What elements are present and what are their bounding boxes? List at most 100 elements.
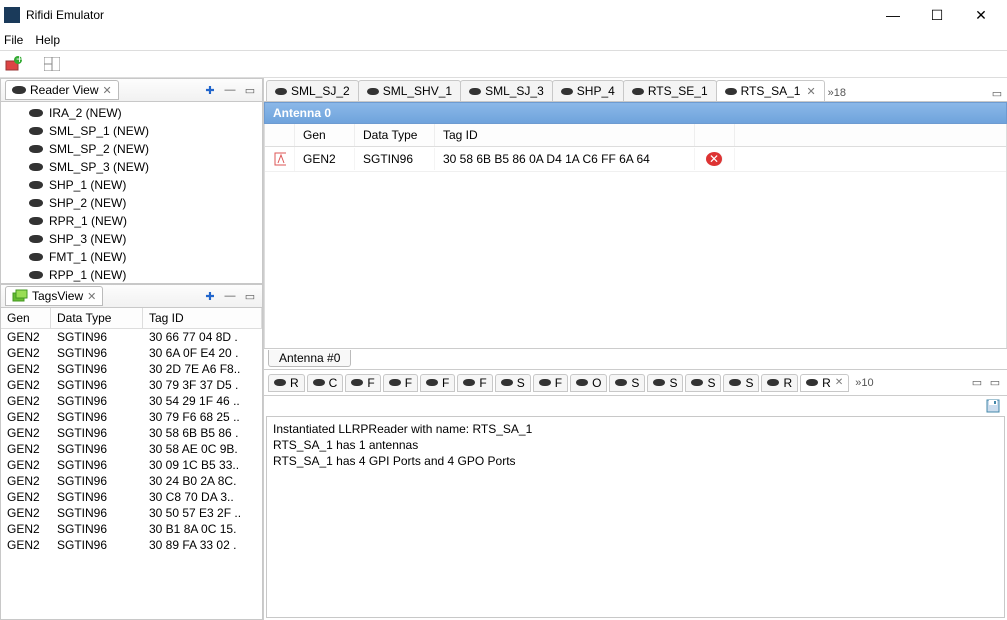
antenna-table-header: Gen Data Type Tag ID: [265, 124, 1006, 147]
antenna-bottom-tabs: Antenna #0: [264, 348, 1007, 370]
close-icon[interactable]: ✕: [806, 85, 815, 98]
port-tab[interactable]: R: [761, 374, 798, 392]
port-tab[interactable]: S: [647, 374, 683, 392]
reader-item[interactable]: SML_SP_3 (NEW): [1, 158, 262, 176]
port-tab[interactable]: O: [570, 374, 607, 392]
tab-label: SML_SJ_2: [291, 84, 350, 98]
minimize-icon[interactable]: ▭: [989, 85, 1005, 101]
layout-icon[interactable]: [42, 54, 62, 74]
close-button[interactable]: ✕: [959, 1, 1003, 29]
table-row[interactable]: GEN2SGTIN9630 79 F6 68 25 ..: [1, 409, 262, 425]
console[interactable]: Instantiated LLRPReader with name: RTS_S…: [266, 416, 1005, 618]
port-tab-label: S: [745, 376, 753, 390]
reader-item[interactable]: FMT_1 (NEW): [1, 248, 262, 266]
delete-icon[interactable]: ✕: [706, 152, 723, 166]
reader-item-label: SHP_2 (NEW): [49, 196, 126, 210]
port-tab[interactable]: F: [420, 374, 455, 392]
reader-item[interactable]: SHP_3 (NEW): [1, 230, 262, 248]
maximize-button[interactable]: ☐: [915, 1, 959, 29]
table-row[interactable]: GEN2SGTIN9630 24 B0 2A 8C.: [1, 473, 262, 489]
antenna-table[interactable]: Gen Data Type Tag ID GEN2SGTIN9630 58 6B…: [264, 124, 1007, 348]
reader-item[interactable]: SHP_2 (NEW): [1, 194, 262, 212]
close-icon[interactable]: ✕: [835, 377, 843, 388]
table-row[interactable]: GEN2SGTIN9630 66 77 04 8D .: [1, 329, 262, 345]
table-row[interactable]: GEN2SGTIN9630 89 FA 33 02 .: [1, 537, 262, 553]
reader-view-header: Reader View ✕ ✚ — ▭: [0, 78, 263, 102]
reader-item[interactable]: IRA_2 (NEW): [1, 104, 262, 122]
tab-label: SML_SHV_1: [383, 84, 452, 98]
tags-table[interactable]: Gen Data Type Tag ID GEN2SGTIN9630 66 77…: [0, 308, 263, 620]
table-row[interactable]: GEN2SGTIN9630 58 AE 0C 9B.: [1, 441, 262, 457]
minimize-icon[interactable]: ▭: [242, 288, 258, 304]
reader-item[interactable]: RPP_1 (NEW): [1, 266, 262, 284]
tab-overflow[interactable]: »10: [851, 375, 877, 391]
reader-item[interactable]: RPR_1 (NEW): [1, 212, 262, 230]
editor-tab[interactable]: SHP_4: [552, 80, 624, 101]
port-tab[interactable]: R: [268, 374, 305, 392]
table-row[interactable]: GEN2SGTIN9630 2D 7E A6 F8..: [1, 361, 262, 377]
port-tab[interactable]: R ✕: [800, 374, 849, 392]
reader-item-label: IRA_2 (NEW): [49, 106, 122, 120]
reader-item[interactable]: SML_SP_1 (NEW): [1, 122, 262, 140]
editor-tab[interactable]: SML_SJ_2: [266, 80, 359, 101]
new-reader-icon[interactable]: +: [4, 54, 24, 74]
menu-file[interactable]: File: [4, 33, 23, 47]
table-row[interactable]: GEN2SGTIN9630 54 29 1F 46 ..: [1, 393, 262, 409]
col-datatype[interactable]: Data Type: [355, 124, 435, 146]
port-tab[interactable]: F: [345, 374, 380, 392]
table-row[interactable]: GEN2SGTIN9630 79 3F 37 D5 .: [1, 377, 262, 393]
col-datatype[interactable]: Data Type: [51, 308, 143, 328]
save-icon[interactable]: [985, 398, 1001, 414]
table-row[interactable]: GEN2SGTIN9630 58 6B B5 86 .: [1, 425, 262, 441]
port-tab[interactable]: S: [685, 374, 721, 392]
table-row[interactable]: GEN2SGTIN9630 6A 0F E4 20 .: [1, 345, 262, 361]
reader-icon: [463, 379, 475, 386]
add-tag-icon[interactable]: ✚: [202, 288, 218, 304]
tags-icon: [12, 289, 28, 303]
reader-item[interactable]: SML_SP_2 (NEW): [1, 140, 262, 158]
antenna-tab[interactable]: Antenna #0: [268, 350, 351, 367]
col-tagid[interactable]: Tag ID: [435, 124, 695, 146]
table-row[interactable]: GEN2SGTIN9630 B1 8A 0C 15.: [1, 521, 262, 537]
reader-item[interactable]: SHP_1 (NEW): [1, 176, 262, 194]
table-row[interactable]: GEN2SGTIN9630 09 1C B5 33..: [1, 457, 262, 473]
port-tab-label: F: [405, 376, 412, 390]
menubar: File Help: [0, 30, 1007, 50]
editor-tab[interactable]: SML_SJ_3: [460, 80, 553, 101]
port-tabs: RCFFFFSFOSSSSRR ✕»10▭▭: [264, 370, 1007, 396]
port-tab-label: S: [669, 376, 677, 390]
port-tab[interactable]: S: [609, 374, 645, 392]
port-tab[interactable]: F: [457, 374, 492, 392]
maximize-icon[interactable]: ▭: [987, 375, 1003, 391]
remove-icon[interactable]: —: [222, 82, 238, 98]
col-gen[interactable]: Gen: [295, 124, 355, 146]
port-tab[interactable]: S: [723, 374, 759, 392]
minimize-icon[interactable]: ▭: [242, 82, 258, 98]
svg-text:+: +: [16, 56, 23, 66]
col-gen[interactable]: Gen: [1, 308, 51, 328]
port-tab[interactable]: S: [495, 374, 531, 392]
port-tab[interactable]: F: [383, 374, 418, 392]
tab-overflow[interactable]: »18: [824, 85, 850, 101]
app-icon: [4, 7, 20, 23]
remove-icon[interactable]: —: [222, 288, 238, 304]
add-icon[interactable]: ✚: [202, 82, 218, 98]
editor-tab[interactable]: SML_SHV_1: [358, 80, 461, 101]
table-row[interactable]: GEN2SGTIN9630 50 57 E3 2F ..: [1, 505, 262, 521]
port-tab[interactable]: C: [307, 374, 344, 392]
close-icon[interactable]: ✕: [87, 290, 96, 303]
reader-icon: [313, 379, 325, 386]
editor-tab[interactable]: RTS_SE_1: [623, 80, 717, 101]
menu-help[interactable]: Help: [35, 33, 60, 47]
port-tab[interactable]: F: [533, 374, 568, 392]
reader-list[interactable]: IRA_2 (NEW)SML_SP_1 (NEW)SML_SP_2 (NEW)S…: [0, 102, 263, 284]
col-tagid[interactable]: Tag ID: [143, 308, 262, 328]
reader-icon: [29, 271, 43, 279]
tags-table-header: Gen Data Type Tag ID: [1, 308, 262, 329]
editor-tab[interactable]: RTS_SA_1✕: [716, 80, 825, 101]
minimize-button[interactable]: —: [871, 1, 915, 29]
table-row[interactable]: GEN2SGTIN9630 C8 70 DA 3..: [1, 489, 262, 505]
close-icon[interactable]: ✕: [102, 84, 111, 97]
minimize-icon[interactable]: ▭: [969, 375, 985, 391]
antenna-row[interactable]: GEN2SGTIN9630 58 6B B5 86 0A D4 1A C6 FF…: [265, 147, 1006, 172]
